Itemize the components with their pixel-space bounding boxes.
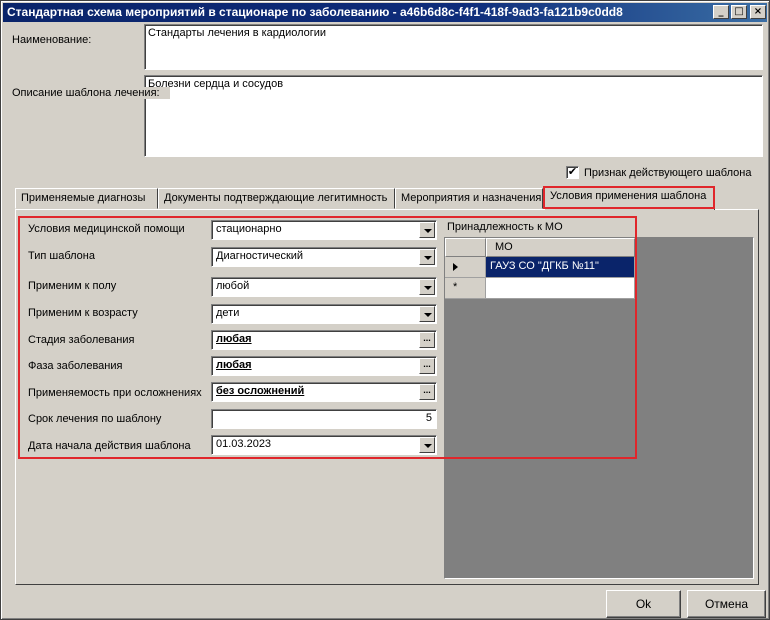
complications-field[interactable]: без осложнений ... bbox=[211, 382, 437, 402]
template-type-select[interactable]: Диагностический bbox=[211, 247, 437, 267]
new-row-selector[interactable]: * bbox=[445, 278, 486, 299]
tab-documents[interactable]: Документы подтверждающие легитимность bbox=[158, 188, 395, 209]
new-row-icon: * bbox=[453, 281, 458, 293]
close-button[interactable]: × bbox=[750, 5, 766, 19]
select-value: дети bbox=[216, 307, 240, 319]
chevron-down-icon[interactable] bbox=[419, 279, 435, 295]
ellipsis-button[interactable]: ... bbox=[419, 332, 435, 348]
select-value: Диагностический bbox=[216, 250, 304, 262]
chevron-down-icon[interactable] bbox=[419, 222, 435, 238]
treatment-duration-label: Срок лечения по шаблону bbox=[28, 413, 162, 425]
active-checkbox[interactable]: ✔ bbox=[566, 166, 579, 179]
field-value: любая bbox=[216, 359, 252, 371]
current-row-icon bbox=[453, 263, 458, 271]
active-checkbox-label: Признак действующего шаблона bbox=[584, 167, 752, 179]
name-label: Наименование: bbox=[12, 34, 92, 46]
tab-label: Документы подтверждающие легитимность bbox=[164, 192, 388, 204]
age-label: Применим к возрасту bbox=[28, 307, 138, 319]
start-date-picker[interactable]: 01.03.2023 bbox=[211, 435, 437, 455]
mo-grid[interactable]: МО ГАУЗ СО "ДГКБ №11" * bbox=[444, 237, 754, 579]
field-value: любая bbox=[216, 333, 252, 345]
tab-label: Применяемые диагнозы bbox=[21, 192, 146, 204]
grid-corner-cell bbox=[445, 238, 486, 257]
check-icon: ✔ bbox=[567, 165, 578, 178]
name-input[interactable]: Стандарты лечения в кардиологии bbox=[144, 24, 763, 70]
grid-cell-text: ГАУЗ СО "ДГКБ №11" bbox=[490, 260, 599, 272]
treatment-duration-input[interactable]: 5 bbox=[211, 409, 437, 429]
chevron-down-icon[interactable] bbox=[419, 306, 435, 322]
age-select[interactable]: дети bbox=[211, 304, 437, 324]
minimize-button[interactable]: _ bbox=[713, 5, 729, 19]
tab-procedures[interactable]: Мероприятия и назначения bbox=[395, 188, 543, 209]
maximize-button[interactable]: □ bbox=[731, 5, 747, 19]
description-label: Описание шаблона лечения: bbox=[12, 87, 170, 99]
complications-label: Применяемость при осложнениях bbox=[28, 387, 202, 399]
gender-select[interactable]: любой bbox=[211, 277, 437, 297]
tab-label: Условия применения шаблона bbox=[550, 190, 707, 202]
disease-stage-label: Стадия заболевания bbox=[28, 334, 135, 346]
grid-column-header-mo[interactable]: МО bbox=[486, 238, 635, 257]
care-conditions-label: Условия медицинской помощи bbox=[28, 223, 185, 235]
care-conditions-select[interactable]: стационарно bbox=[211, 220, 437, 240]
date-value: 01.03.2023 bbox=[216, 438, 272, 450]
mo-grid-label: Принадлежность к МО bbox=[447, 221, 563, 233]
template-type-label: Тип шаблона bbox=[28, 250, 95, 262]
window-title: Стандартная схема мероприятий в стациона… bbox=[7, 5, 623, 19]
row-selector[interactable] bbox=[445, 257, 486, 278]
disease-phase-label: Фаза заболевания bbox=[28, 360, 123, 372]
disease-phase-field[interactable]: любая ... bbox=[211, 356, 437, 376]
ellipsis-button[interactable]: ... bbox=[419, 358, 435, 374]
column-header-text: МО bbox=[495, 241, 513, 253]
tab-diagnoses[interactable]: Применяемые диагнозы bbox=[15, 188, 158, 209]
field-value: без осложнений bbox=[216, 385, 305, 397]
gender-label: Применим к полу bbox=[28, 280, 117, 292]
tab-conditions[interactable]: Условия применения шаблона bbox=[544, 186, 715, 210]
cancel-button[interactable]: Отмена bbox=[687, 590, 766, 618]
chevron-down-icon[interactable] bbox=[419, 249, 435, 265]
ellipsis-button[interactable]: ... bbox=[419, 384, 435, 400]
chevron-down-icon[interactable] bbox=[419, 437, 435, 453]
ok-button[interactable]: Ok bbox=[606, 590, 681, 618]
new-row-cell[interactable] bbox=[486, 278, 635, 299]
tab-label: Мероприятия и назначения bbox=[401, 192, 542, 204]
title-bar[interactable]: Стандартная схема мероприятий в стациона… bbox=[3, 3, 767, 22]
start-date-label: Дата начала действия шаблона bbox=[28, 440, 191, 452]
table-row[interactable]: ГАУЗ СО "ДГКБ №11" bbox=[486, 257, 635, 278]
dialog-window: Стандартная схема мероприятий в стациона… bbox=[0, 0, 770, 620]
select-value: любой bbox=[216, 280, 250, 292]
select-value: стационарно bbox=[216, 223, 282, 235]
description-input[interactable]: Болезни сердца и сосудов bbox=[144, 75, 763, 157]
disease-stage-field[interactable]: любая ... bbox=[211, 330, 437, 350]
